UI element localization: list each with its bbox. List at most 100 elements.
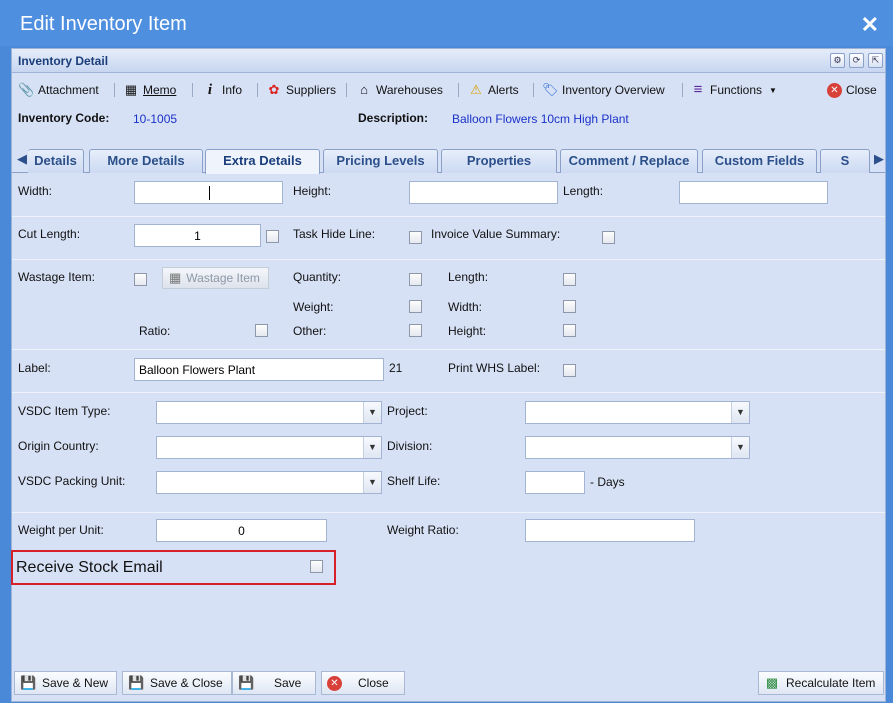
width-ratio-checkbox[interactable] (563, 300, 576, 313)
length-input[interactable] (679, 181, 828, 204)
tab-properties[interactable]: Properties (441, 149, 557, 173)
wastage-item-button-label: Wastage Item (186, 271, 260, 285)
weight-checkbox[interactable] (409, 300, 422, 313)
menu-icon: ≡ (693, 81, 703, 98)
save-close-button[interactable]: 💾 Save & Close (122, 671, 232, 695)
vsdc-item-type-select[interactable]: ▼ (156, 401, 382, 424)
warehouse-icon: ⌂ (360, 82, 368, 97)
inventory-overview-button[interactable]: 🏷 Inventory Overview (542, 81, 665, 99)
tab-strip: ◀ Details More Details Extra Details Pri… (12, 147, 885, 174)
save-new-label: Save & New (42, 676, 109, 690)
save-new-button[interactable]: 💾 Save & New (14, 671, 118, 695)
recalculate-item-button[interactable]: ▩ Recalculate Item (758, 671, 885, 695)
print-whs-label-checkbox[interactable] (563, 364, 576, 377)
other-label: Other: (293, 324, 327, 338)
recalculate-icon: ▩ (765, 675, 779, 690)
task-hide-line-label: Task Hide Line: (293, 227, 376, 241)
paperclip-icon: 📎 (18, 82, 35, 97)
toolbar-close-button[interactable]: ✕ Close (827, 81, 877, 99)
height-ratio-checkbox[interactable] (563, 324, 576, 337)
refresh-icon[interactable]: ⟳ (849, 53, 864, 68)
close-icon: ✕ (327, 675, 342, 691)
toolbar: 📎 Attachment ▦ Memo i Info ✿ Suppliers ⌂… (12, 77, 885, 103)
origin-country-select[interactable]: ▼ (156, 436, 382, 459)
ratio-label: Ratio: (139, 324, 171, 338)
width-ratio-label: Width: (448, 300, 483, 314)
warehouses-button[interactable]: ⌂ Warehouses (356, 81, 443, 99)
other-checkbox[interactable] (409, 324, 422, 337)
division-select[interactable]: ▼ (525, 436, 750, 459)
tab-extra-details[interactable]: Extra Details (205, 149, 320, 174)
vsdc-item-type-label: VSDC Item Type: (18, 404, 111, 418)
length-ratio-checkbox[interactable] (563, 273, 576, 286)
print-whs-label-label: Print WHS Label: (448, 361, 541, 375)
info-button[interactable]: i Info (202, 81, 242, 99)
save-button[interactable]: 💾 Save (232, 671, 316, 695)
functions-label: Functions (710, 83, 763, 97)
info-icon: i (207, 82, 213, 98)
footer-bar: 💾 Save & New 💾 Save & Close 💾 Save ✕ Clo… (12, 667, 885, 703)
memo-label: Memo (143, 83, 177, 97)
height-input[interactable] (409, 181, 558, 204)
weight-ratio-input[interactable] (525, 519, 695, 542)
wastage-item-button[interactable]: ▦ Wastage Item (162, 267, 269, 289)
tab-more[interactable]: S (820, 149, 870, 173)
suppliers-icon: ✿ (268, 82, 280, 97)
alerts-button[interactable]: ⚠ Alerts (468, 81, 519, 99)
tab-scroll-right-icon[interactable]: ▶ (874, 151, 884, 167)
height-label: Height: (293, 184, 332, 198)
attachment-button[interactable]: 📎 Attachment (18, 81, 99, 99)
inventory-detail-panel: Inventory Detail ⚙ ⟳ ⇱ 📎 Attachment ▦ Me… (11, 48, 886, 702)
length-label: Length: (563, 184, 604, 198)
receive-stock-email-checkbox[interactable] (310, 560, 323, 573)
settings-icon[interactable]: ⚙ (830, 53, 845, 68)
weight-per-unit-input[interactable] (156, 519, 327, 542)
cut-length-input[interactable] (134, 224, 261, 247)
inventory-overview-label: Inventory Overview (562, 83, 665, 97)
tab-pricing-levels[interactable]: Pricing Levels (323, 149, 438, 173)
window-close-icon[interactable]: ✕ (861, 12, 879, 38)
vsdc-packing-unit-select[interactable]: ▼ (156, 471, 382, 494)
weight-label: Weight: (293, 300, 334, 314)
quantity-checkbox[interactable] (409, 273, 422, 286)
invoice-value-summary-checkbox[interactable] (602, 231, 615, 244)
footer-close-label: Close (358, 676, 389, 690)
wastage-item-checkbox[interactable] (134, 273, 147, 286)
ratio-checkbox[interactable] (255, 324, 268, 337)
text-cursor (209, 186, 210, 200)
window-title: Edit Inventory Item (20, 13, 187, 35)
popout-icon[interactable]: ⇱ (868, 53, 883, 68)
task-hide-line-checkbox[interactable] (409, 231, 422, 244)
suppliers-button[interactable]: ✿ Suppliers (266, 81, 336, 99)
recalculate-label: Recalculate Item (786, 676, 876, 690)
cut-length-checkbox[interactable] (266, 230, 279, 243)
label-char-count: 21 (389, 361, 403, 375)
toolbar-close-label: Close (846, 83, 877, 97)
tab-details[interactable]: Details (28, 149, 84, 173)
chevron-down-icon: ▼ (363, 472, 381, 493)
footer-close-button[interactable]: ✕ Close (321, 671, 405, 695)
tab-scroll-left-icon[interactable]: ◀ (17, 151, 27, 167)
wastage-item-label: Wastage Item: (18, 270, 95, 284)
cut-length-label: Cut Length: (18, 227, 81, 241)
tag-icon: 🏷 (542, 82, 559, 97)
memo-button[interactable]: ▦ Memo (123, 81, 177, 99)
attachment-label: Attachment (38, 83, 99, 97)
warning-icon: ⚠ (470, 82, 482, 97)
tab-comment-replace[interactable]: Comment / Replace (560, 149, 698, 173)
description-value: Balloon Flowers 10cm High Plant (452, 112, 629, 126)
project-select[interactable]: ▼ (525, 401, 750, 424)
tab-more-details[interactable]: More Details (89, 149, 203, 173)
tab-custom-fields[interactable]: Custom Fields (702, 149, 817, 173)
label-input[interactable] (134, 358, 384, 381)
vsdc-packing-unit-label: VSDC Packing Unit: (18, 474, 126, 488)
window-titlebar: Edit Inventory Item ✕ (0, 0, 893, 46)
panel-header: Inventory Detail ⚙ ⟳ ⇱ (12, 49, 885, 73)
chevron-down-icon: ▼ (731, 437, 749, 458)
functions-button[interactable]: ≡ Functions ▼ (690, 81, 777, 99)
weight-per-unit-label: Weight per Unit: (18, 523, 104, 537)
chevron-down-icon: ▼ (363, 402, 381, 423)
floppy-icon: 💾 (128, 675, 145, 690)
division-label: Division: (387, 439, 433, 453)
shelf-life-input[interactable] (525, 471, 585, 494)
